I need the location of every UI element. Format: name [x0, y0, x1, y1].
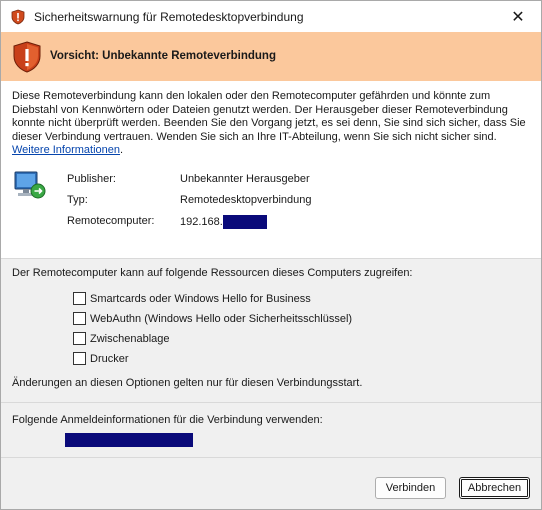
title-bar[interactable]: Sicherheitswarnung für Remotedesktopverb… — [1, 1, 541, 32]
divider — [1, 402, 541, 403]
type-label: Typ: — [67, 194, 88, 206]
checkbox-clipboard-label[interactable]: Zwischenablage — [90, 333, 170, 345]
close-icon: ✕ — [511, 8, 525, 26]
warning-description: Diese Remoteverbindung kann den lokalen … — [12, 90, 532, 158]
warning-shield-icon — [12, 41, 42, 76]
close-button[interactable]: ✕ — [495, 1, 541, 32]
checkbox-webauthn-label[interactable]: WebAuthn (Windows Hello oder Sicherheits… — [90, 313, 352, 325]
credentials-title: Folgende Anmeldeinformationen für die Ve… — [12, 414, 323, 426]
divider — [1, 258, 541, 259]
options-note: Änderungen an diesen Optionen gelten nur… — [12, 377, 363, 389]
warning-banner: Vorsicht: Unbekannte Remoteverbindung — [1, 32, 541, 81]
dialog-window: Sicherheitswarnung für Remotedesktopverb… — [0, 0, 542, 510]
checkbox-webauthn[interactable]: WebAuthn (Windows Hello oder Sicherheits… — [73, 312, 352, 325]
description-text: Diese Remoteverbindung kann den lokalen … — [12, 90, 526, 143]
publisher-value: Unbekannter Herausgeber — [180, 173, 310, 185]
link-suffix: . — [120, 144, 124, 157]
checkbox-printer[interactable]: Drucker — [73, 352, 129, 365]
type-value: Remotedesktopverbindung — [180, 194, 312, 206]
security-shield-icon — [10, 9, 26, 28]
checkbox-box[interactable] — [73, 352, 86, 365]
checkbox-box[interactable] — [73, 332, 86, 345]
publisher-label: Publisher: — [67, 173, 116, 185]
checkbox-printer-label[interactable]: Drucker — [90, 353, 129, 365]
checkbox-box[interactable] — [73, 312, 86, 325]
redacted-username-block — [65, 433, 193, 447]
checkbox-clipboard[interactable]: Zwischenablage — [73, 332, 170, 345]
divider — [1, 457, 541, 458]
remote-computer-label: Remotecomputer: — [67, 215, 155, 227]
more-info-link[interactable]: Weitere Informationen — [12, 144, 120, 156]
remote-computer-value-wrap: 192.168. — [180, 215, 267, 229]
remote-computer-value: 192.168. — [180, 215, 223, 228]
window-title: Sicherheitswarnung für Remotedesktopverb… — [34, 10, 304, 24]
checkbox-box[interactable] — [73, 292, 86, 305]
cancel-button[interactable]: Abbrechen — [459, 477, 530, 499]
details-panel: Diese Remoteverbindung kann den lokalen … — [1, 81, 541, 258]
warning-banner-text: Vorsicht: Unbekannte Remoteverbindung — [50, 50, 276, 62]
redacted-ip-block — [222, 215, 267, 229]
connect-button[interactable]: Verbinden — [375, 477, 446, 499]
checkbox-smartcards[interactable]: Smartcards oder Windows Hello for Busine… — [73, 292, 311, 305]
resources-title: Der Remotecomputer kann auf folgende Res… — [12, 267, 413, 279]
checkbox-smartcards-label[interactable]: Smartcards oder Windows Hello for Busine… — [90, 293, 311, 305]
remote-computer-icon — [13, 170, 47, 205]
